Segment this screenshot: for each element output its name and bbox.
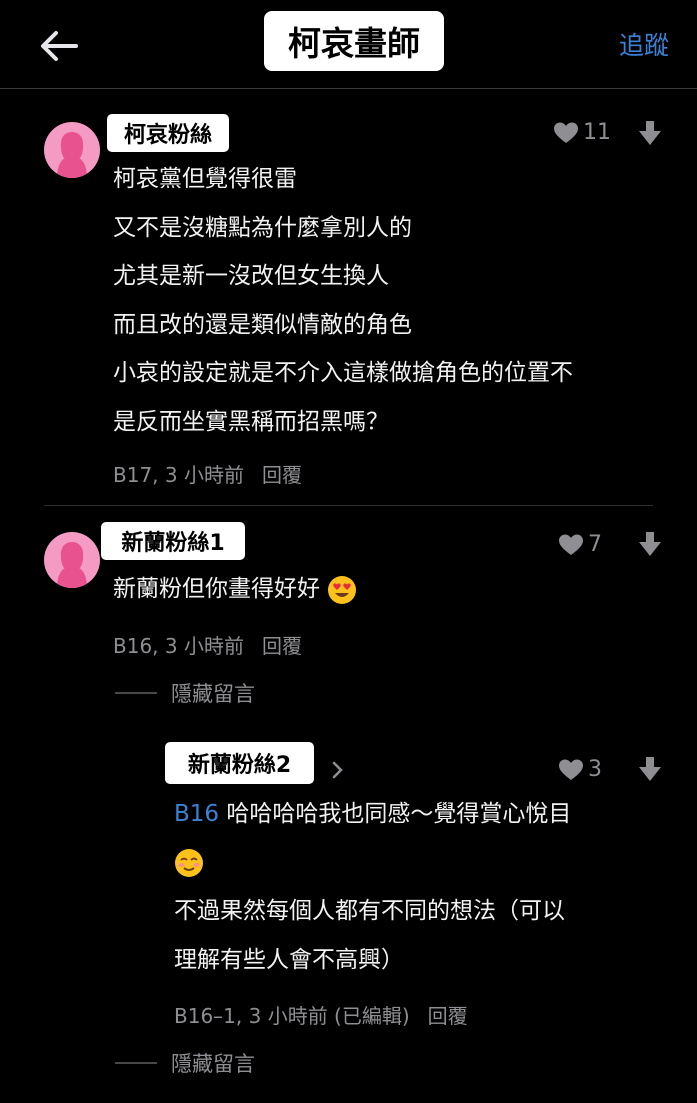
reply-line: 理解有些人會不高興） bbox=[174, 946, 404, 973]
smiling-blush-emoji-icon bbox=[175, 849, 203, 877]
back-button[interactable] bbox=[36, 28, 82, 64]
hide-replies-label: 隱藏留言 bbox=[171, 1052, 255, 1076]
comment-line: 尤其是新一沒改但女生換人 bbox=[113, 263, 389, 289]
like-count: 7 bbox=[588, 532, 602, 557]
down-arrow-icon bbox=[639, 757, 661, 781]
like-count: 3 bbox=[588, 757, 602, 782]
heart-icon bbox=[559, 534, 583, 555]
reply-button[interactable]: 回覆 bbox=[262, 634, 302, 658]
page-title: 柯哀畫師 bbox=[264, 11, 444, 71]
comment-body: 新蘭粉但你畫得好好 bbox=[113, 565, 357, 614]
comment-floor-time: B16, 3 小時前 bbox=[113, 634, 244, 658]
reply-line: B16 哈哈哈哈我也同感～覺得賞心悅目 bbox=[174, 790, 571, 839]
reply-button[interactable]: 回覆 bbox=[262, 463, 302, 487]
downvote-button[interactable] bbox=[638, 756, 662, 786]
top-bar: 柯哀畫師 追蹤 bbox=[0, 0, 697, 89]
downvote-button[interactable] bbox=[638, 531, 662, 561]
downvote-button[interactable] bbox=[638, 120, 662, 150]
reply-line: 不過果然每個人都有不同的想法（可以 bbox=[174, 898, 565, 924]
hide-replies-button[interactable]: 隱藏留言 bbox=[115, 678, 255, 708]
down-arrow-icon bbox=[639, 532, 661, 556]
follow-button[interactable]: 追蹤 bbox=[619, 28, 669, 64]
comment-divider bbox=[44, 505, 653, 506]
thread-line bbox=[115, 1062, 157, 1064]
avatar[interactable] bbox=[44, 122, 100, 178]
reply-reference-link[interactable]: B16 bbox=[174, 801, 219, 827]
comment-author[interactable]: 柯哀粉絲 bbox=[107, 114, 229, 152]
down-arrow-icon bbox=[639, 121, 661, 145]
hide-replies-label: 隱藏留言 bbox=[171, 682, 255, 706]
like-count: 11 bbox=[583, 120, 611, 145]
comment-meta: B17, 3 小時前 回覆 bbox=[113, 461, 302, 489]
comment-line: 是反而坐實黑稱而招黑嗎？ bbox=[113, 408, 389, 435]
comment-line: 又不是沒糖點為什麼拿別人的 bbox=[113, 214, 412, 241]
user-silhouette-icon bbox=[57, 132, 87, 178]
comment-author[interactable]: 新蘭粉絲1 bbox=[101, 522, 245, 560]
heart-icon bbox=[559, 759, 583, 780]
reply-text: 哈哈哈哈我也同感～覺得賞心悅目 bbox=[226, 801, 572, 827]
reply-button[interactable]: 回覆 bbox=[428, 1004, 468, 1028]
heart-eyes-emoji-icon bbox=[328, 575, 357, 604]
avatar[interactable] bbox=[44, 532, 100, 588]
reply-body: B16 哈哈哈哈我也同感～覺得賞心悅目 不過果然每個人都有不同的想法（可以 理解… bbox=[174, 790, 571, 984]
comment-meta: B16, 3 小時前 回覆 bbox=[113, 632, 302, 660]
reply-author[interactable]: 新蘭粉絲2 bbox=[165, 742, 314, 784]
hide-replies-button[interactable]: 隱藏留言 bbox=[115, 1048, 255, 1078]
like-button[interactable]: 11 bbox=[553, 120, 611, 145]
chevron-right-icon bbox=[331, 760, 345, 784]
reply-line bbox=[174, 839, 571, 888]
heart-icon bbox=[554, 122, 578, 143]
reply-floor-time: B16–1, 3 小時前 (已編輯) bbox=[174, 1004, 410, 1028]
comment-line: 柯哀黨但覺得很雷 bbox=[113, 166, 297, 192]
like-button[interactable]: 3 bbox=[558, 757, 602, 782]
user-silhouette-icon bbox=[57, 542, 87, 588]
comment-line: 新蘭粉但你畫得好好 bbox=[113, 576, 320, 602]
reply-meta: B16–1, 3 小時前 (已編輯) 回覆 bbox=[174, 1002, 468, 1030]
thread-line bbox=[115, 692, 157, 694]
comment-line: 小哀的設定就是不介入這樣做搶角色的位置不 bbox=[113, 360, 573, 386]
comment-body: 柯哀黨但覺得很雷 又不是沒糖點為什麼拿別人的 尤其是新一沒改但女生換人 而且改的… bbox=[113, 155, 573, 446]
like-button[interactable]: 7 bbox=[558, 532, 602, 557]
comment-floor-time: B17, 3 小時前 bbox=[113, 463, 244, 487]
back-arrow-icon bbox=[41, 31, 78, 61]
comment-line: 而且改的還是類似情敵的角色 bbox=[113, 311, 412, 338]
